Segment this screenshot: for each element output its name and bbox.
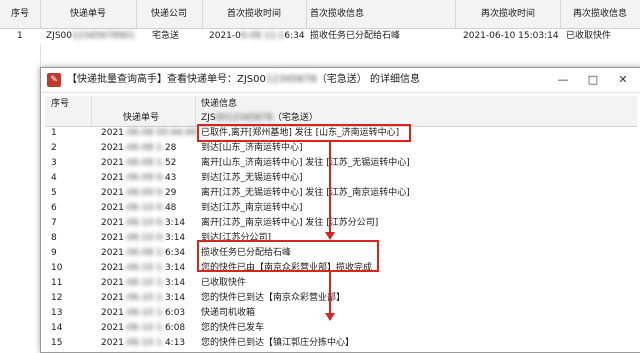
- row-index: 15: [51, 338, 63, 348]
- row-time: 2021-06-08 1:6:34: [101, 248, 186, 258]
- main-grid-header: 序号 快递单号 快递公司 首次揽收时间 首次揽收信息 再次揽收时间 再次揽收信息: [0, 0, 640, 29]
- row-index: 12: [51, 293, 63, 303]
- minimize-button[interactable]: —: [549, 68, 577, 92]
- row-first-time: 2021-06-08 11:16:34: [209, 31, 305, 41]
- col-header-info[interactable]: 快递信息: [201, 97, 237, 111]
- col-header-company[interactable]: 快递公司: [136, 0, 203, 28]
- row-index: 2: [51, 143, 57, 153]
- row-index: 1: [51, 128, 57, 138]
- row-info: 离开[江苏_无锡运转中心] 发往 [江苏_南京运转中心]: [201, 188, 410, 198]
- col-header-second-info[interactable]: 再次揽收信息: [560, 0, 640, 28]
- list-item[interactable]: 3 2021-06-08 1:52 离开[山东_济南运转中心] 发往 [江苏_无锡运…: [45, 156, 637, 171]
- list-item[interactable]: 6 2021-06-10 0:48 到达[江苏_南京运转中心]: [45, 201, 637, 216]
- row-time: 2021-06-10 1:3:14: [101, 293, 186, 303]
- list-item[interactable]: 11 2021-06-10 1:3:14 已收取快件: [45, 276, 637, 291]
- row-time: 2021-06-10 0:48: [101, 203, 177, 213]
- row-time: 2021-06-09 0:43: [101, 173, 177, 183]
- row-index: 14: [51, 323, 63, 333]
- dialog-title: 【快递批量查询高手】查看快递单号：ZJS0012345678（宅急送） 的详细信…: [67, 74, 420, 85]
- col-header-first-time[interactable]: 首次揽收时间: [202, 0, 307, 28]
- row-index: 7: [51, 218, 57, 228]
- row-info: 离开[江苏_南京运转中心] 发往 [江苏分公司]: [201, 218, 379, 228]
- row-index: 9: [51, 248, 57, 258]
- row-info: 快递司机收箱: [201, 308, 256, 318]
- row-index: 10: [51, 263, 63, 273]
- maximize-button[interactable]: □: [579, 68, 607, 92]
- list-item[interactable]: 13 2021-06-10 1:6:03 快递司机收箱: [45, 306, 637, 321]
- annotation-box-assigned: [197, 240, 379, 272]
- row-tracking-number: ZJS0012345678901: [46, 31, 135, 41]
- row-index: 4: [51, 173, 57, 183]
- main-grid-empty-area: [0, 44, 41, 351]
- row-index: 6: [51, 203, 57, 213]
- row-info: 到达[江苏_南京运转中心]: [201, 203, 303, 213]
- list-item[interactable]: 14 2021-06-10 1:6:08 您的快件已发车: [45, 321, 637, 336]
- row-index: 5: [51, 188, 57, 198]
- col-header-index[interactable]: 序号: [0, 0, 41, 28]
- row-info: 到达[山东_济南运转中心]: [201, 143, 303, 153]
- row-index: 8: [51, 233, 57, 243]
- row-time: 2021-06-10 1:3:14: [101, 278, 186, 288]
- row-time: 2021-06-10 1:6:03: [101, 308, 186, 318]
- list-item[interactable]: 7 2021-06-10 0:3:14 离开[江苏_南京运转中心] 发往 [江苏分公…: [45, 216, 637, 231]
- row-time: 2021-06-08 1:28: [101, 143, 177, 153]
- list-item[interactable]: 12 2021-06-10 1:3:14 您的快件已到达【南京众彩营业部】: [45, 291, 637, 306]
- row-info: 您的快件已发车: [201, 323, 265, 333]
- list-item[interactable]: 4 2021-06-09 0:43 到达[江苏_无锡运转中心]: [45, 171, 637, 186]
- row-second-time: 2021-06-10 15:03:14: [463, 31, 559, 41]
- row-time: 2021-06-10 1:3:14: [101, 263, 186, 273]
- row-info: 到达[江苏_无锡运转中心]: [201, 173, 303, 183]
- col-header-second-time[interactable]: 再次揽收时间: [456, 0, 561, 28]
- row-time: 2021-06-08 1:52: [101, 158, 177, 168]
- row-time: 2021-06-10 1:6:08: [101, 323, 186, 333]
- list-item[interactable]: 5 2021-06-09 0:29 离开[江苏_无锡运转中心] 发往 [江苏_南京运…: [45, 186, 637, 201]
- row-time: 2021-06-10 1:4:13: [101, 338, 186, 348]
- list-item[interactable]: 15 2021-06-10 1:4:13 您的快件已到达【镇江郭庄分拣中心】: [45, 336, 637, 351]
- col-header-time[interactable]: 快递单号: [123, 111, 159, 125]
- annotation-arrow-line: [329, 141, 331, 234]
- close-button[interactable]: ✕: [609, 68, 637, 92]
- col-header-tracking[interactable]: 快递单号: [40, 0, 137, 28]
- row-index: 11: [51, 278, 63, 288]
- annotation-box-pickup: [197, 124, 411, 142]
- list-item[interactable]: 2 2021-06-08 1:28 到达[山东_济南运转中心]: [45, 141, 637, 156]
- table-row[interactable]: 1 ZJS0012345678901 宅急送 2021-06-08 11:16:…: [0, 28, 640, 44]
- col-header-first-info[interactable]: 首次揽收信息: [306, 0, 456, 28]
- annotation-arrow-head: [325, 313, 335, 321]
- column-divider: [195, 96, 196, 126]
- row-index: 3: [51, 158, 57, 168]
- row-time: 2021-06-08 00:44:49: [101, 128, 197, 138]
- app-logo-icon: ✎: [47, 73, 61, 87]
- row-second-info: 已收取快件: [566, 31, 612, 41]
- row-time: 2021-06-09 0:29: [101, 188, 177, 198]
- detail-dialog: ✎ 【快递批量查询高手】查看快递单号：ZJS0012345678（宅急送） 的详…: [40, 67, 640, 353]
- row-index: 13: [51, 308, 63, 318]
- row-info: 已收取快件: [201, 278, 247, 288]
- row-info: 您的快件已到达【镇江郭庄分拣中心】: [201, 338, 355, 348]
- col-header-index[interactable]: 序号: [51, 97, 69, 111]
- annotation-arrow-line: [329, 271, 331, 315]
- column-divider: [91, 96, 92, 126]
- row-info: 您的快件已到达【南京众彩营业部】: [201, 293, 346, 303]
- annotation-arrow-head: [325, 232, 335, 240]
- dialog-titlebar[interactable]: ✎ 【快递批量查询高手】查看快递单号：ZJS0012345678（宅急送） 的详…: [41, 68, 640, 93]
- row-info: 离开[山东_济南运转中心] 发往 [江苏_无锡运转中心]: [201, 158, 410, 168]
- detail-grid-header: 序号 快递单号 快递信息 ZJS0012345678（宅急送）: [45, 96, 637, 127]
- row-first-info: 揽收任务已分配给石峰: [310, 31, 401, 41]
- row-index: 1: [17, 31, 23, 41]
- row-company: 宅急送: [152, 31, 180, 41]
- tracking-number-line: ZJS0012345678（宅急送）: [201, 113, 318, 123]
- row-time: 2021-06-10 0:3:14: [101, 218, 186, 228]
- row-time: 2021-06-10 0:3:14: [101, 233, 186, 243]
